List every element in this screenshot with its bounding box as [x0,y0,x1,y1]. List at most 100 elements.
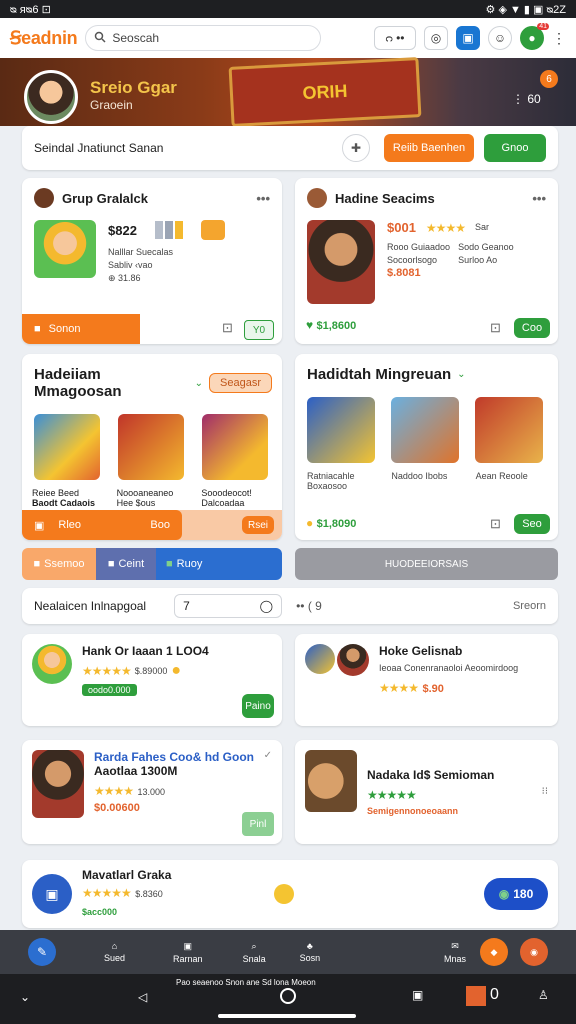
nav-item-social[interactable]: ♣ Sosn [300,941,321,963]
bag-icon[interactable]: ⊡ [490,320,501,336]
item-thumbnail[interactable] [391,397,459,463]
recents-icon[interactable]: ▣ [412,988,423,1002]
orange-action-button[interactable]: Reiib Baenhen [384,134,474,162]
card2-green-button[interactable]: Coo [514,318,550,338]
rating-text: Sar [474,222,489,232]
list-avatar [305,644,335,674]
item-thumbnail[interactable] [118,414,184,480]
star-rating: ★★★★★ [82,886,132,900]
app-icon[interactable] [466,986,486,1006]
list-item[interactable]: Nadaka Id$ Semioman ★★★★★ Semigennonoeoa… [295,740,558,844]
profile-avatar[interactable] [24,70,78,124]
game-thumbnail[interactable] [307,220,375,304]
add-person-icon[interactable]: ✚ [342,134,370,162]
search-field[interactable]: Seoscah [85,25,322,51]
list-title: Mavatlarl Graka [82,868,172,882]
people-icon: ♣ [306,941,313,951]
tablet-icon[interactable]: ▣ [456,26,480,50]
item-thumbnail[interactable] [202,414,268,480]
brand-logo[interactable]: Ꞩeadnin [10,28,78,49]
chevron-down-icon[interactable]: ⌄ [20,990,30,1004]
card-title: Hadine Seacims [335,190,435,206]
compass-icon[interactable]: ◎ [424,26,448,50]
zero-indicator: 0 [490,986,499,1003]
list-item[interactable]: ▣ Mavatlarl Graka ★★★★★ $.8360 $acc000 ◉… [22,860,558,928]
banner-title: Sreio Ggar [90,78,177,97]
list-button[interactable]: ◉ 180 [484,878,548,910]
system-bar: ⌄ ◁ Pao seaenoo Snon ane Sd lona Moeon ▣… [0,974,576,1024]
nav-item-home[interactable]: ⌂ Sued [104,941,125,963]
notification-badge: 41 [537,23,549,30]
heart-icon[interactable]: ♥ [306,318,313,332]
bag-icon[interactable]: ⊡ [222,320,233,336]
card-meta-3: ⊕ 31.86 [108,273,141,283]
mail-icon: ✉ [451,940,459,951]
calendar-icon: ▣ [32,874,72,914]
banner-subtitle: Graoein [90,98,133,112]
chevron-down-icon[interactable]: ⌄ [195,378,203,389]
filter-label: Nealaicen Inlnapgoal [34,599,147,613]
status-right: ⚙ ◈ ▼ ▮ ▣ ᴓ2Z [485,3,566,16]
game-icon [34,188,54,208]
bag-icon[interactable]: ⊡ [490,516,501,532]
menu-chip-icon[interactable]: ᴒ •• [374,26,416,50]
star-rating: ★★★★★ [367,788,417,802]
section-2-title: Hadidtah Mingreuan [307,366,452,383]
nav-item-search[interactable]: ⌕ Snala [243,941,266,964]
card-meta-1: Nalllar Suecalas [108,247,174,257]
list-title: Nadaka Id$ Semioman [367,768,495,782]
list-rating: $.90 [422,683,444,695]
card1-orange-strip[interactable]: ■ Sonon [22,314,140,344]
tab-2[interactable]: ■ Ceint [96,548,156,580]
list-button[interactable]: Pinl [242,812,274,836]
name-bar-text: Seindal Jnatiunct Sanan [34,141,164,155]
nav-item-rank[interactable]: ▣ Rarnan [173,941,203,964]
banner-right-text: ⋮ 60 [512,92,541,106]
card1-green-button[interactable]: Y0 [244,320,274,340]
chevron-down-icon[interactable]: ⌄ [457,369,465,380]
more-icon[interactable]: ⁝⁝ [542,786,548,797]
compose-icon[interactable]: ✎ [28,938,56,966]
home-circle-icon[interactable] [280,988,296,1004]
bottom-nav: ✎ ⌂ Sued ▣ Rarnan ⌕ Snala ♣ Sosn ✉ Mnas ◆ ◉ [0,930,576,974]
tab-3[interactable]: ■ Ruoy [156,548,282,580]
section-1-pill[interactable]: Seagasr [209,373,272,393]
section-1-orange-bar[interactable]: ▣ Rleo Boo [22,510,182,540]
item-thumbnail[interactable] [34,414,100,480]
person-icon[interactable]: ♙ [538,988,549,1002]
overflow-menu-icon[interactable]: ⋮ [552,30,566,47]
search-placeholder: Seoscah [112,31,160,45]
tab-row: ■ Ssemoo ■ Ceint ■ Ruoy [22,548,282,580]
chat-bubble-icon[interactable]: ◯ [260,599,273,613]
list-button[interactable]: Paino [242,694,274,718]
coin-icon [200,220,225,240]
item-label: Noooaneaneo [116,488,174,498]
filter-right[interactable]: Sreorn [513,600,546,612]
section-2-card: Hadidtah Mingreuan ⌄ Ratniacahle Boxaosoo… [295,354,558,540]
more-icon[interactable]: ••• [256,191,270,206]
section-2-green-button[interactable]: Seo [514,514,550,534]
item-label: Naddoo Ibobs [391,471,448,481]
status-left: ᴓ ᴙᴓ6 ⊡ [10,3,51,16]
gesture-bar[interactable] [218,1014,356,1018]
filter-input[interactable]: 7 ◯ [174,594,283,618]
section-1-button[interactable]: Rsei [242,516,274,534]
more-icon[interactable]: ••• [532,191,546,206]
green-action-button[interactable]: Gnoo [484,134,546,162]
grey-action-bar[interactable]: HUODEEIORSAIS [295,548,558,580]
nav-item-mail[interactable]: ✉ Mnas [444,941,466,964]
profile-icon[interactable]: ● 41 [520,23,549,50]
item-thumbnail[interactable] [475,397,543,463]
banner-badge[interactable]: 6 [540,70,558,88]
game-thumbnail[interactable] [34,220,96,278]
item-thumbnail[interactable] [307,397,375,463]
chat-icon[interactable]: ☺ [488,26,512,50]
orange-fab-icon[interactable]: ◆ [480,938,508,966]
tab-1[interactable]: ■ Ssemoo [22,548,96,580]
item-label: Reiee Beed [32,488,80,498]
item-label: Sooodeocot! [201,488,252,498]
star-rating: ★★★★ [379,681,419,695]
back-icon[interactable]: ◁ [138,990,147,1004]
list-item[interactable]: Hoke Gelisnab Ieoaa Conenranaoloi Aeoomi… [295,634,558,726]
profile-fab-icon[interactable]: ◉ [520,938,548,966]
